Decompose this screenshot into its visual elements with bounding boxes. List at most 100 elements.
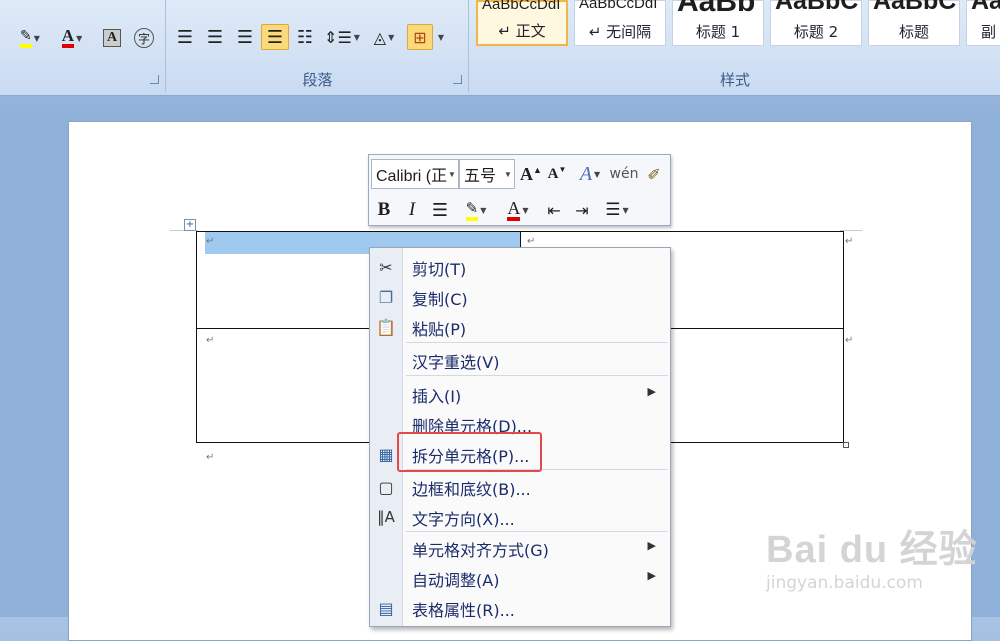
highlighter-icon: ✎ xyxy=(465,199,479,221)
style-name: 标题 1 xyxy=(695,23,741,41)
char-shading-button[interactable]: A xyxy=(98,25,126,51)
font-size-value: 五号 xyxy=(464,168,497,185)
font-group: ✎ ▼ A ▼ A 字 xyxy=(0,0,166,92)
menu-item-copy[interactable]: ❐ 复制(C) xyxy=(370,281,670,311)
styles-group: AaBbCcDdI ↵ 正文 AaBbCcDdI ↵ 无间隔 AaBb 标题 1… xyxy=(470,0,1000,92)
style-name: ↵ 正文 xyxy=(498,22,546,40)
menu-item-reconvert[interactable]: 汉字重选(V) xyxy=(370,344,670,374)
phonetic-guide-button[interactable]: wén xyxy=(609,161,639,187)
table-move-handle[interactable]: + xyxy=(184,219,196,231)
dropdown-arrow-icon: ▼ xyxy=(504,169,512,179)
highlighter-icon: ✎ xyxy=(20,28,32,48)
text-effects-button[interactable]: A ▼ xyxy=(573,161,607,187)
style-preview: AaBb xyxy=(677,0,756,18)
copy-icon: ❐ xyxy=(378,287,394,307)
align-left-button[interactable]: ☰ xyxy=(171,24,199,50)
highlight-color-button[interactable]: ✎ ▼ xyxy=(10,25,50,51)
distribute-button[interactable]: ☷ xyxy=(291,24,319,50)
bold-button[interactable]: B xyxy=(373,197,395,223)
menu-item-label: 剪切(T) xyxy=(412,260,467,279)
menu-separator xyxy=(406,375,668,376)
italic-label: I xyxy=(408,199,416,220)
font-color-icon: A xyxy=(61,27,75,48)
menu-item-label: 单元格对齐方式(G) xyxy=(412,541,549,560)
menu-item-cell-alignment[interactable]: 单元格对齐方式(G) ▶ xyxy=(370,532,670,562)
enclose-char-button[interactable]: 字 xyxy=(130,25,158,51)
justify-button[interactable]: ☰ xyxy=(261,24,289,50)
border-grid-icon: ⊞ xyxy=(413,27,427,47)
bold-label: B xyxy=(377,199,391,220)
decrease-indent-icon: ⇤ xyxy=(547,200,561,220)
watermark-logo: Bai du 经验 xyxy=(766,529,978,571)
align-center-icon: ☰ xyxy=(206,26,224,48)
paragraph-mark: ↵ xyxy=(845,236,854,247)
style-no-spacing[interactable]: AaBbCcDdI ↵ 无间隔 xyxy=(574,0,666,46)
menu-item-label: 粘贴(P) xyxy=(412,320,467,339)
align-center-button[interactable]: ☰ xyxy=(201,24,229,50)
borders-icon: ▢ xyxy=(378,477,394,497)
format-painter-icon: ✐ xyxy=(647,164,661,184)
center-align-icon: ☰ xyxy=(431,199,449,221)
menu-item-paste[interactable]: 📋 粘贴(P) xyxy=(370,311,670,341)
menu-item-insert[interactable]: 插入(I) ▶ xyxy=(370,378,670,408)
paragraph-dialog-launcher[interactable] xyxy=(453,75,462,84)
baidu-watermark: Bai du 经验 jingyan.baidu.com xyxy=(766,518,978,593)
bullets-button[interactable]: ☰ ▼ xyxy=(597,197,637,223)
paint-bucket-icon: ◬ xyxy=(373,27,387,47)
shrink-font-button[interactable]: A▼ xyxy=(545,161,569,187)
menu-item-borders-shading[interactable]: ▢ 边框和底纹(B)... xyxy=(370,471,670,501)
submenu-arrow-icon: ▶ xyxy=(647,569,656,582)
phonetic-guide-icon: wén xyxy=(609,166,639,182)
decrease-indent-button[interactable]: ⇤ xyxy=(541,197,567,223)
italic-button[interactable]: I xyxy=(401,197,423,223)
style-name: ↵ 无间隔 xyxy=(588,23,652,41)
justify-icon: ☰ xyxy=(266,26,284,48)
watermark-url: jingyan.baidu.com xyxy=(766,573,923,593)
font-name-box[interactable]: Calibri (正 ▼ xyxy=(371,159,459,189)
shrink-font-icon: A▼ xyxy=(547,165,567,182)
font-color-button[interactable]: A ▼ xyxy=(52,25,92,51)
menu-item-text-direction[interactable]: ‖A 文字方向(X)... xyxy=(370,501,670,531)
line-spacing-button[interactable]: ⇕☰ ▼ xyxy=(323,24,361,50)
highlight-button[interactable]: ✎ ▼ xyxy=(457,197,495,223)
style-name: 副 xyxy=(981,23,997,41)
style-name: 标题 2 xyxy=(793,23,839,41)
align-right-button[interactable]: ☰ xyxy=(231,24,259,50)
menu-item-cut[interactable]: ✂ 剪切(T) xyxy=(370,251,670,281)
distribute-icon: ☷ xyxy=(296,26,314,48)
menu-item-label: 复制(C) xyxy=(412,290,468,309)
font-color-button[interactable]: A ▼ xyxy=(499,197,537,223)
menu-item-table-properties[interactable]: ▤ 表格属性(R)... xyxy=(370,592,670,622)
menu-item-label: 自动调整(A) xyxy=(412,571,500,590)
char-shading-icon: A xyxy=(102,29,122,47)
increase-indent-button[interactable]: ⇥ xyxy=(569,197,595,223)
menu-item-autofit[interactable]: 自动调整(A) ▶ xyxy=(370,562,670,592)
text-direction-icon: ‖A xyxy=(377,508,395,526)
shading-button[interactable]: ◬ ▼ xyxy=(365,24,403,50)
style-heading-1[interactable]: AaBb 标题 1 xyxy=(672,0,764,46)
mini-toolbar: Calibri (正 ▼ 五号 ▼ A▲ A▼ A ▼ wén ✐ B I ☰ ✎… xyxy=(368,154,671,226)
paragraph-group: ☰ ☰ ☰ ☰ ☷ ⇕☰ ▼ ◬ ▼ ⊞ ▼ 段落 xyxy=(167,0,469,92)
font-name-value: Calibri (正 xyxy=(376,168,448,185)
center-align-button[interactable]: ☰ xyxy=(427,197,453,223)
style-heading-2[interactable]: AaBbC 标题 2 xyxy=(770,0,862,46)
style-preview: AaBbCcDdI xyxy=(482,0,561,13)
table-resize-handle[interactable] xyxy=(843,442,849,448)
style-preview: AaBbC xyxy=(775,0,859,15)
format-painter-button[interactable]: ✐ xyxy=(641,161,667,187)
annotation-highlight-box xyxy=(397,432,542,472)
paste-icon: 📋 xyxy=(376,317,396,337)
line-spacing-icon: ⇕☰ xyxy=(324,27,352,47)
style-title[interactable]: AaBbC 标题 xyxy=(868,0,960,46)
borders-button[interactable]: ⊞ xyxy=(407,24,433,50)
table-properties-icon: ▤ xyxy=(378,598,394,618)
borders-dropdown[interactable]: ▼ xyxy=(433,24,447,50)
font-size-box[interactable]: 五号 ▼ xyxy=(459,159,515,189)
styles-group-label: 样式 xyxy=(719,71,750,89)
font-dialog-launcher[interactable] xyxy=(150,75,159,84)
dropdown-arrow-icon: ▼ xyxy=(448,169,456,179)
style-normal[interactable]: AaBbCcDdI ↵ 正文 xyxy=(476,0,568,46)
grow-font-button[interactable]: A▲ xyxy=(519,161,543,187)
paragraph-mark: ↵ xyxy=(845,335,854,346)
style-subtitle[interactable]: Aa 副 xyxy=(966,0,1000,46)
